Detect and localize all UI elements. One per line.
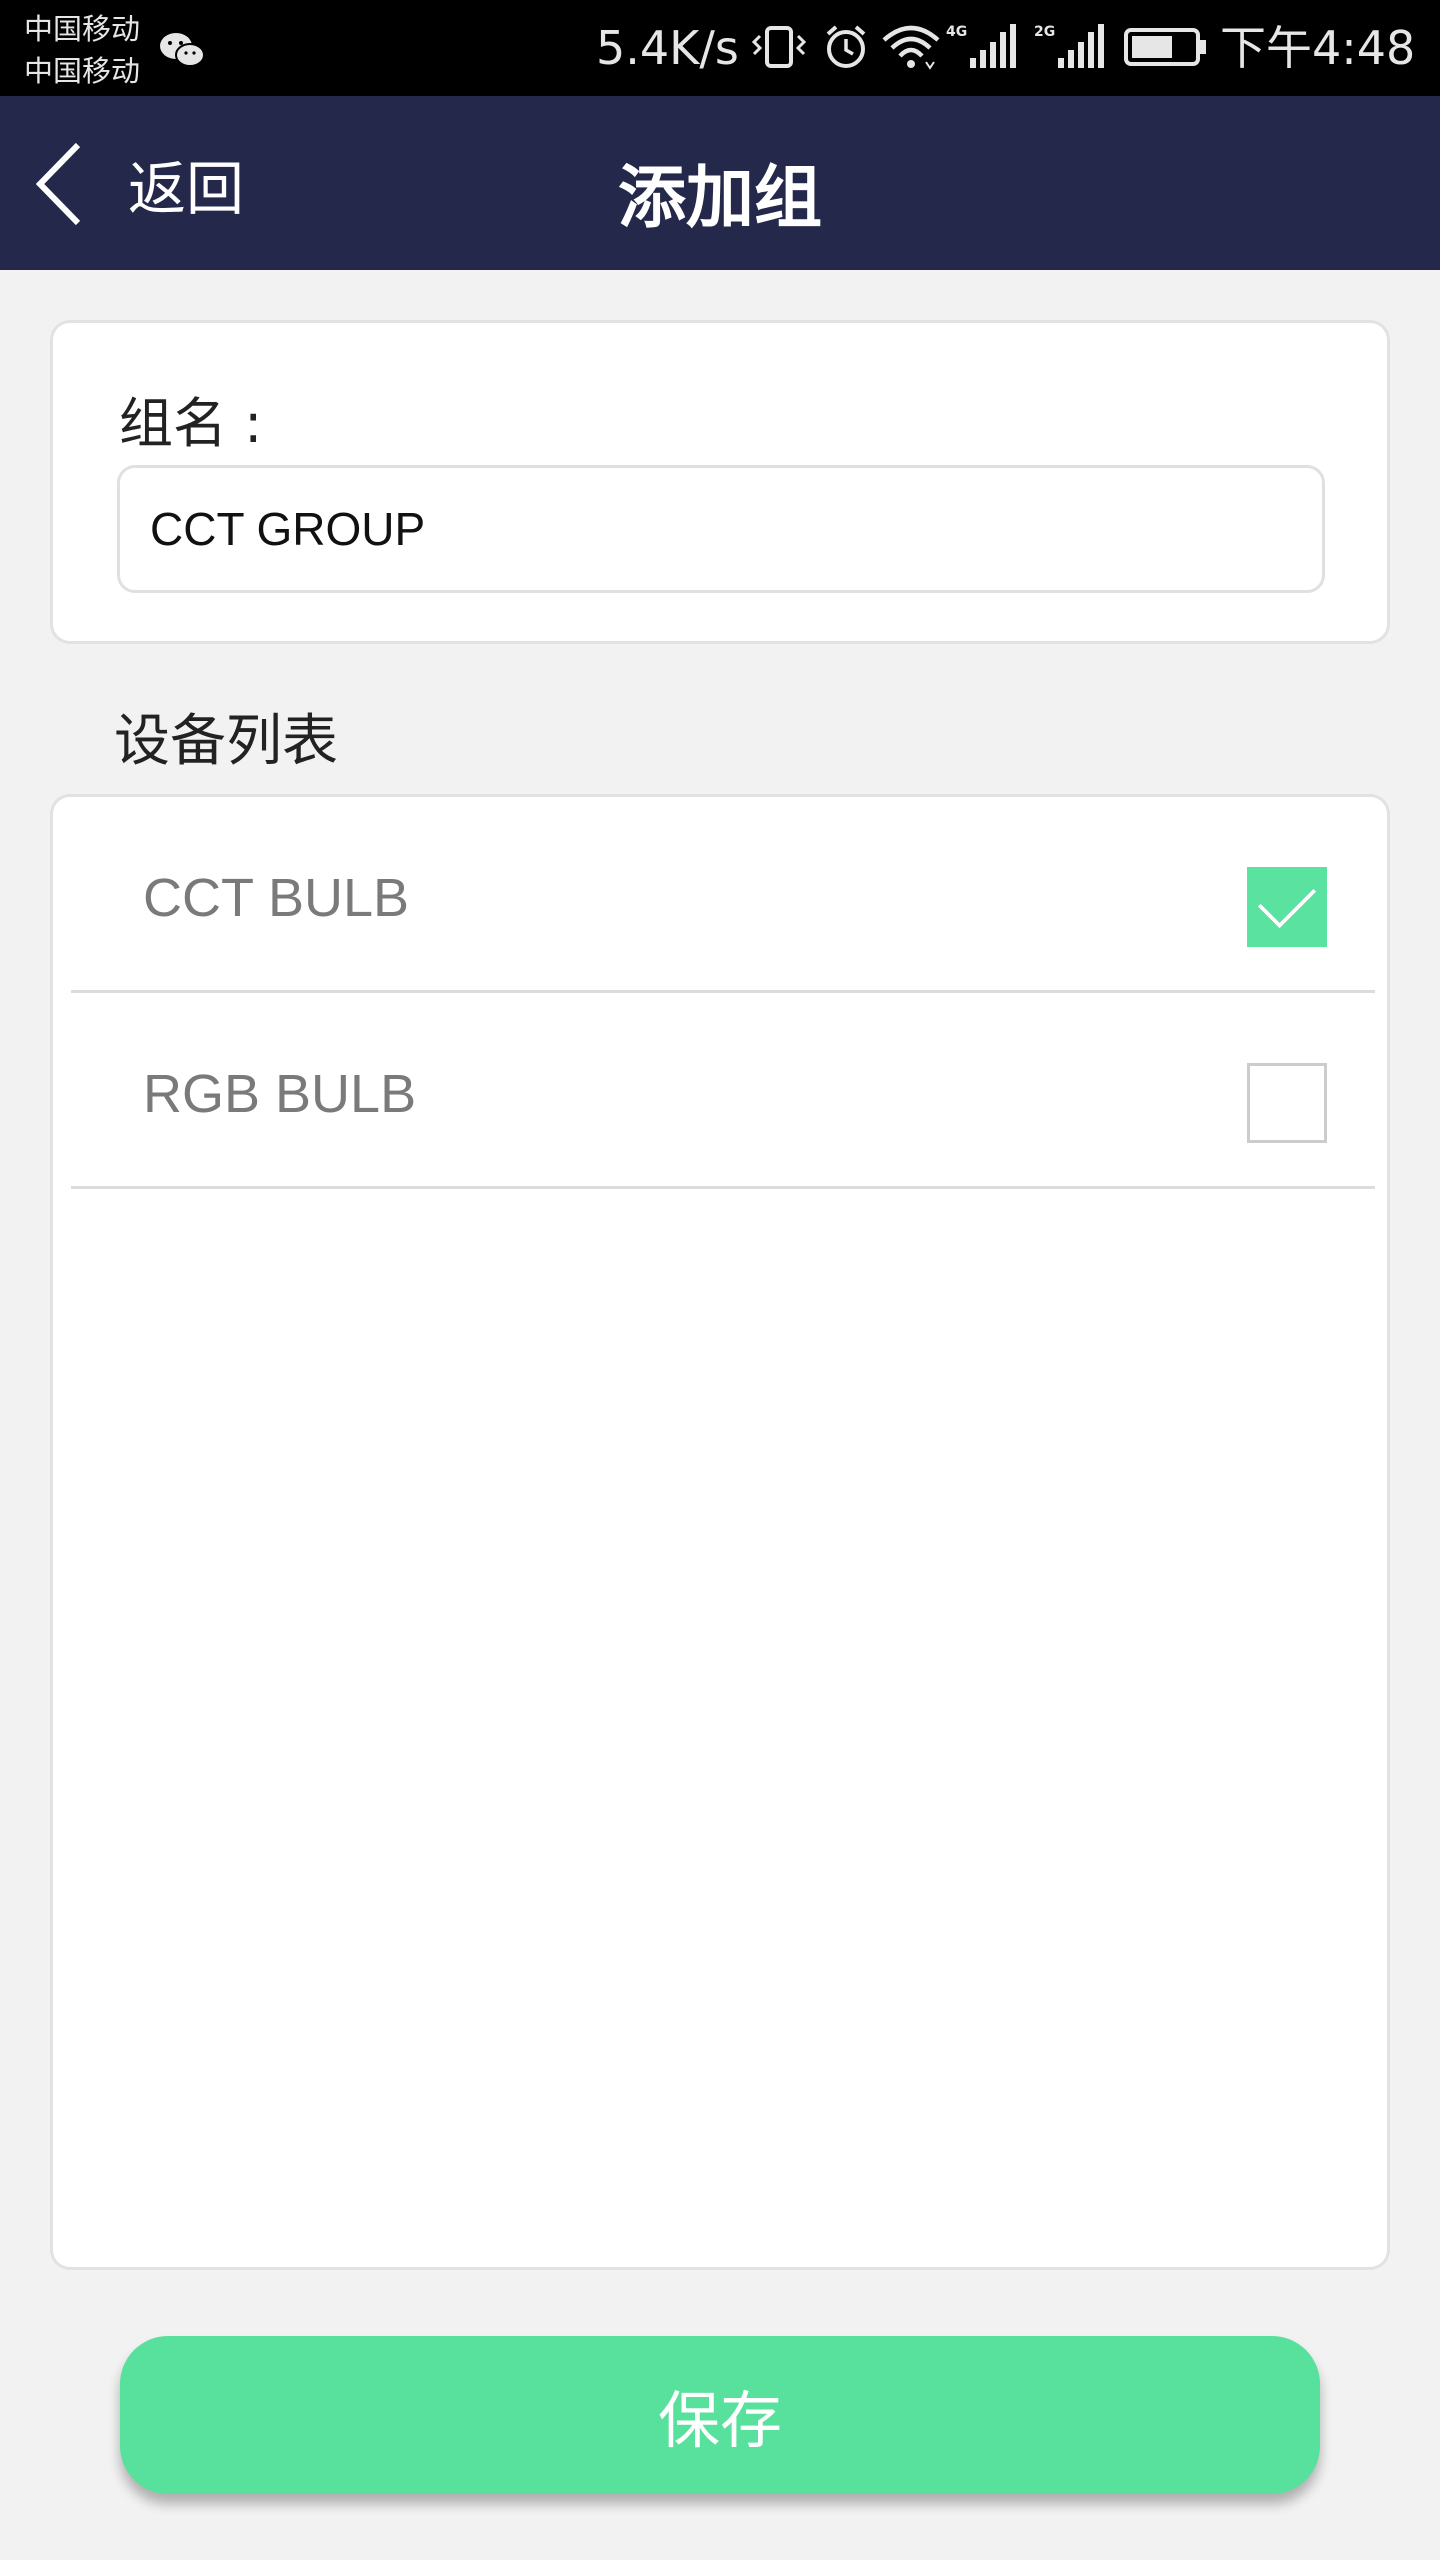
status-bar: 中国移动 中国移动 5.4K/s 4G 2G 下午4:48 — [0, 0, 1440, 96]
vibrate-icon — [751, 26, 807, 68]
status-time: 下午4:48 — [1220, 21, 1416, 75]
device-name: RGB BULB — [143, 1064, 417, 1124]
save-button[interactable]: 保存 — [120, 2336, 1320, 2494]
device-checkbox[interactable] — [1247, 1063, 1327, 1143]
svg-text:2G: 2G — [1034, 24, 1055, 40]
svg-text:4G: 4G — [946, 24, 967, 40]
group-name-card: 组名 : — [50, 320, 1390, 644]
carrier-names: 中国移动 中国移动 — [24, 8, 140, 92]
wifi-icon — [882, 25, 940, 70]
device-checkbox-checked[interactable] — [1247, 867, 1327, 947]
network-speed: 5.4K/s — [596, 21, 739, 75]
carrier-2: 中国移动 — [24, 54, 141, 88]
device-row[interactable]: CCT BULB — [71, 797, 1375, 993]
checkmark-icon — [1257, 889, 1317, 929]
device-list: CCT BULB RGB BULB — [50, 794, 1390, 2270]
signal-2g-icon: 2G — [1034, 24, 1104, 68]
device-name: CCT BULB — [143, 868, 410, 928]
nav-bar: 返回 添加组 — [0, 96, 1440, 270]
signal-4g-icon: 4G — [946, 24, 1016, 68]
device-list-title: 设备列表 — [114, 709, 338, 774]
group-name-input[interactable] — [117, 465, 1325, 593]
carrier-1: 中国移动 — [24, 12, 141, 46]
battery-icon — [1124, 28, 1206, 66]
group-name-label: 组名 : — [119, 392, 263, 455]
alarm-icon — [826, 25, 866, 68]
device-row[interactable]: RGB BULB — [71, 993, 1375, 1189]
wechat-icon — [160, 33, 205, 67]
page-title: 添加组 — [617, 159, 822, 238]
